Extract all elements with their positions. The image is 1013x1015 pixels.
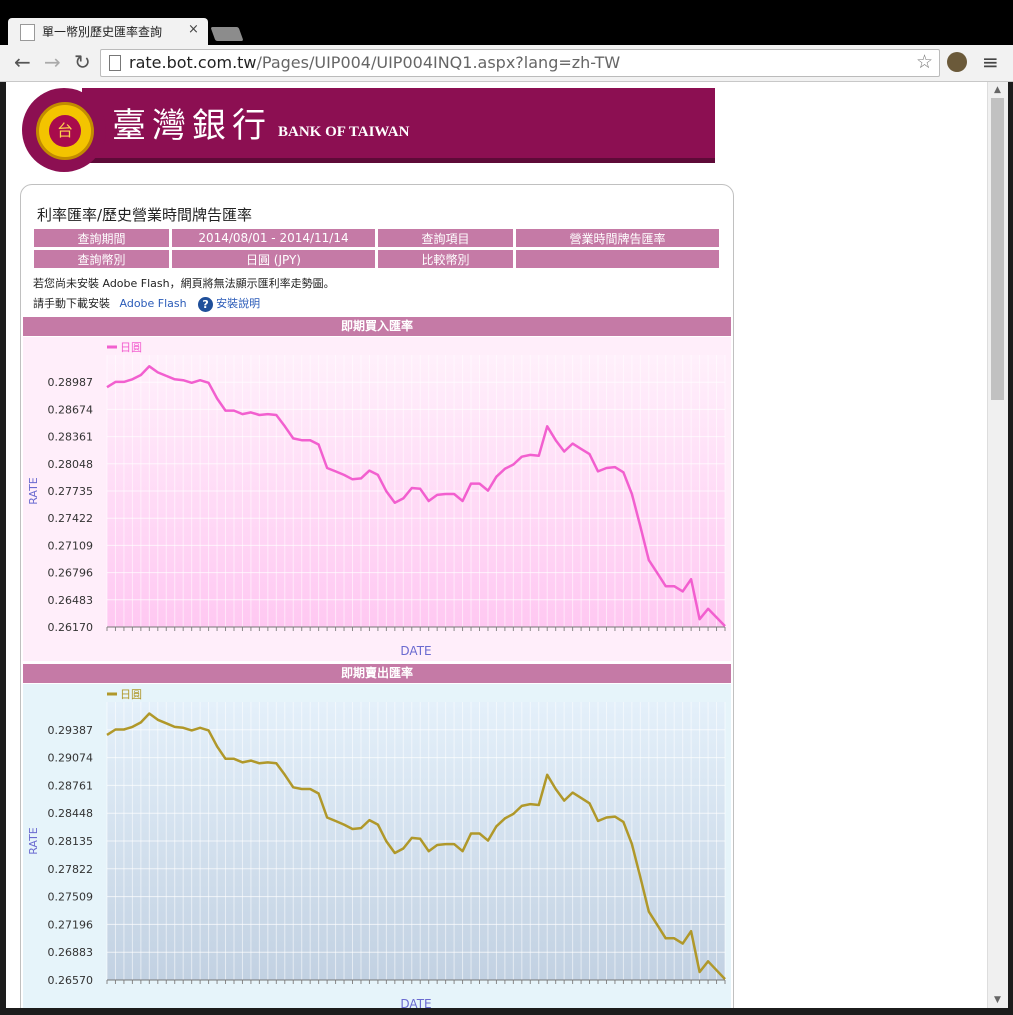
table-cell <box>515 250 719 268</box>
address-bar[interactable]: rate.bot.com.tw/Pages/UIP004/UIP004INQ1.… <box>100 49 940 77</box>
tab-title: 單一幣別歷史匯率查詢 <box>42 25 163 39</box>
y-tick-label: 0.26883 <box>48 946 94 959</box>
y-tick-label: 0.28987 <box>48 376 94 389</box>
y-tick-label: 0.29387 <box>48 724 94 737</box>
y-tick-label: 0.26796 <box>48 567 94 580</box>
bank-banner: 台 臺灣銀行 BANK OF TAIWAN <box>22 88 715 172</box>
x-axis-label: DATE <box>400 644 431 658</box>
legend-label: 日圓 <box>120 688 142 701</box>
vertical-scrollbar[interactable]: ▲ ▼ <box>987 82 1008 1008</box>
table-cell: 日圓 (JPY) <box>171 250 375 268</box>
table-cell: 查詢幣別 <box>34 250 169 268</box>
scroll-down-icon[interactable]: ▼ <box>994 995 1001 1005</box>
browser-tab[interactable]: 單一幣別歷史匯率查詢 × <box>8 18 208 45</box>
rate-panel: 利率匯率/歷史營業時間牌告匯率 查詢期間 2014/08/01 - 2014/1… <box>20 184 734 1008</box>
help-icon[interactable]: ? <box>198 296 214 312</box>
table-cell: 查詢期間 <box>34 229 169 247</box>
y-tick-label: 0.26570 <box>48 974 94 987</box>
reload-icon[interactable]: ↻ <box>74 50 91 74</box>
y-tick-label: 0.27822 <box>48 863 94 876</box>
forward-icon[interactable]: → <box>44 50 61 74</box>
y-tick-label: 0.28448 <box>48 807 94 820</box>
menu-icon[interactable]: ≡ <box>982 50 999 74</box>
note-prefix: 請手動下載安裝 <box>33 297 110 310</box>
new-tab-button[interactable] <box>210 27 244 41</box>
page-viewport: 台 臺灣銀行 BANK OF TAIWAN 利率匯率/歷史營業時間牌告匯率 查詢… <box>6 82 987 1008</box>
bank-name-zh: 臺灣銀行 <box>112 106 272 146</box>
y-tick-label: 0.27422 <box>48 512 94 525</box>
install-help-link[interactable]: 安裝說明 <box>216 297 260 310</box>
logo-glyph: 台 <box>49 115 81 147</box>
page-title: 利率匯率/歷史營業時間牌告匯率 <box>37 206 253 224</box>
browser-titlebar: 單一幣別歷史匯率查詢 × <box>0 0 1013 45</box>
y-tick-label: 0.26483 <box>48 594 94 607</box>
y-axis-label: RATE <box>27 477 40 505</box>
bank-logo: 台 <box>36 102 94 160</box>
sell-rate-header: 即期賣出匯率 <box>23 664 731 683</box>
legend-label: 日圓 <box>120 341 142 354</box>
bank-name-en: BANK OF TAIWAN <box>278 124 410 140</box>
table-cell: 比較幣別 <box>377 250 513 268</box>
flash-download-note: 請手動下載安裝 Adobe Flash ? 安裝說明 <box>33 295 260 312</box>
y-tick-label: 0.27196 <box>48 918 94 931</box>
table-row: 查詢期間 2014/08/01 - 2014/11/14 查詢項目 營業時間牌告… <box>34 229 719 247</box>
y-tick-label: 0.28135 <box>48 835 94 848</box>
buy-rate-svg: 0.26170 0.26483 0.26796 0.27109 0.27422 0.277… <box>23 337 731 661</box>
y-tick-label: 0.26170 <box>48 621 94 634</box>
sell-rate-chart: 0.26570 0.26883 0.27196 0.27509 0.27822 0.281… <box>23 684 731 1008</box>
table-row: 查詢幣別 日圓 (JPY) 比較幣別 <box>34 250 719 268</box>
star-icon[interactable]: ☆ <box>916 51 933 73</box>
adobe-flash-link[interactable]: Adobe Flash <box>120 297 187 310</box>
y-tick-label: 0.28361 <box>48 431 94 444</box>
back-icon[interactable]: ← <box>14 50 31 74</box>
banner-circle: 台 <box>22 88 106 172</box>
table-cell: 2014/08/01 - 2014/11/14 <box>171 229 375 247</box>
y-tick-label: 0.29074 <box>48 752 94 765</box>
y-tick-label: 0.27735 <box>48 485 94 498</box>
extension-icon[interactable] <box>947 52 967 72</box>
scrollbar-thumb[interactable] <box>991 98 1004 400</box>
page-icon <box>20 24 35 41</box>
x-axis-label: DATE <box>400 997 431 1008</box>
y-tick-label: 0.28674 <box>48 403 94 416</box>
query-table: 查詢期間 2014/08/01 - 2014/11/14 查詢項目 營業時間牌告… <box>31 226 722 271</box>
buy-rate-chart: 0.26170 0.26483 0.26796 0.27109 0.27422 0.277… <box>23 337 731 661</box>
close-icon[interactable]: × <box>188 22 199 37</box>
buy-rate-header: 即期買入匯率 <box>23 317 731 336</box>
y-tick-label: 0.27509 <box>48 891 94 904</box>
sell-rate-svg: 0.26570 0.26883 0.27196 0.27509 0.27822 0.281… <box>23 684 731 1008</box>
y-tick-label: 0.27109 <box>48 539 94 552</box>
flash-note: 若您尚未安裝 Adobe Flash，網頁將無法顯示匯利率走勢圖。 <box>33 277 335 290</box>
y-axis-label: RATE <box>27 827 40 855</box>
browser-toolbar: ← → ↻ rate.bot.com.tw/Pages/UIP004/UIP00… <box>0 45 1013 82</box>
url-text: rate.bot.com.tw/Pages/UIP004/UIP004INQ1.… <box>129 53 621 72</box>
window-border-bottom <box>0 1008 1013 1015</box>
table-cell: 查詢項目 <box>377 229 513 247</box>
scroll-up-icon[interactable]: ▲ <box>994 85 1001 95</box>
y-tick-label: 0.28048 <box>48 458 94 471</box>
y-tick-label: 0.28761 <box>48 779 94 792</box>
table-cell: 營業時間牌告匯率 <box>515 229 719 247</box>
page-icon <box>109 55 121 71</box>
